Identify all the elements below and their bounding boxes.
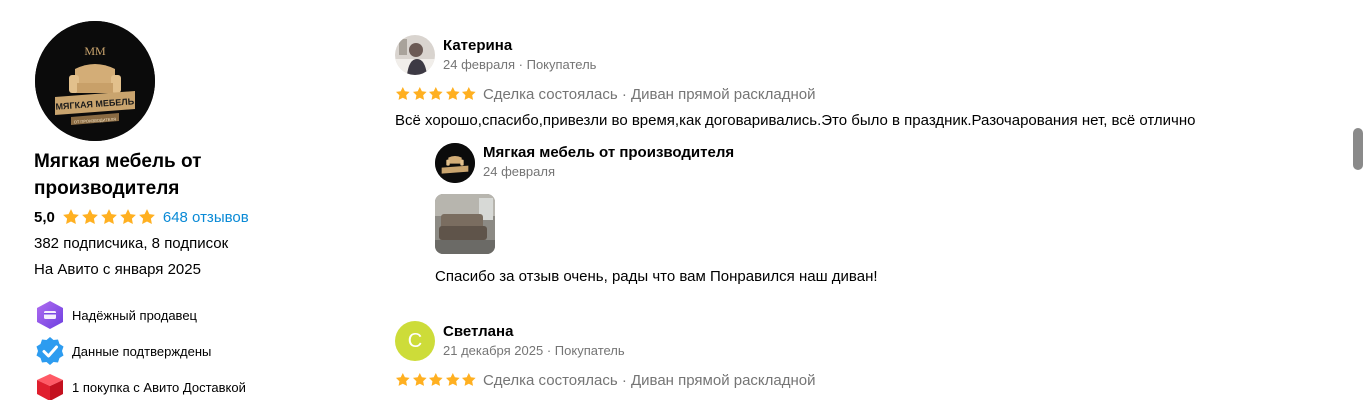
user-photo-icon [395,35,435,75]
review-date: 21 декабря 2025 [443,343,544,358]
star-icon [395,373,410,387]
review-stars [395,86,477,102]
deal-status: Сделка состоялась · Диван прямой расклад… [483,86,816,103]
scrollbar-thumb[interactable] [1353,128,1363,170]
star-icon [429,373,443,387]
review-text: Всё хорошо,спасибо,привезли во время,как… [395,112,1196,129]
reviewer-avatar[interactable]: С [395,321,435,361]
star-icon [138,209,155,225]
review-meta: 21 декабря 2025 · Покупатель [443,343,625,358]
review-meta: 24 февраля · Покупатель [443,57,596,72]
meta-separator: · [546,343,552,358]
shield-badge-icon [34,299,66,331]
star-icon [62,209,79,225]
rating-stars [62,208,156,226]
badge-label: Надёжный продавец [72,307,197,323]
review-deal-row: Сделка состоялась · Диван прямой расклад… [395,370,816,390]
star-icon [429,87,443,101]
star-icon [395,87,410,101]
rating-value: 5,0 [34,208,55,226]
reviewer-role: Покупатель [554,343,625,358]
badge-label: 1 покупка с Авито Доставкой [72,379,246,395]
reviewer-name: Светлана [443,323,514,340]
sofa-photo-icon [435,194,495,254]
subscribers-info: 382 подписчика, 8 подписок [34,235,229,252]
star-icon [462,87,476,101]
badge-label: Данные подтверждены [72,343,212,359]
deal-item: Диван прямой раскладной [630,371,816,389]
star-icon [119,209,136,225]
logo-monogram: MM [84,44,106,58]
star-icon [462,373,476,387]
sofa-logo-icon: MM МЯГКАЯ МЕБЕЛЬ ОТ ПРОИЗВОДИТЕЛЯ [35,21,155,141]
star-icon [412,87,427,101]
reviewer-avatar[interactable] [395,35,435,75]
star-icon [100,209,117,225]
star-icon [445,373,460,387]
reply-avatar[interactable] [435,143,475,183]
badge-reliable-seller: Надёжный продавец [34,300,197,330]
badge-delivery: 1 покупка с Авито Доставкой [34,372,246,400]
star-icon [81,209,98,225]
sofa-logo-icon [435,143,475,183]
deal-status-label: Сделка состоялась [482,371,618,389]
reviewer-role: Покупатель [526,57,597,72]
reply-author: Мягкая мебель от производителя [483,144,735,161]
deal-separator: · [621,371,627,389]
badge-data-verified: Данные подтверждены [34,336,211,366]
member-since: На Авито с января 2025 [34,261,201,278]
seller-rating: 5,0 648 отзывов [34,207,249,227]
meta-separator: · [518,57,523,72]
reviews-count-link[interactable]: 648 отзывов [163,209,249,226]
star-icon [412,373,427,387]
review-date: 24 февраля [443,57,515,72]
reply-text: Спасибо за отзыв очень, рады что вам Пон… [435,268,878,285]
deal-item: Диван прямой раскладной [630,85,816,103]
star-icon [445,87,460,101]
review-stars [395,372,477,388]
deal-status-label: Сделка состоялась [482,85,618,103]
review-deal-row: Сделка состоялась · Диван прямой расклад… [395,84,816,104]
seller-logo[interactable]: MM МЯГКАЯ МЕБЕЛЬ ОТ ПРОИЗВОДИТЕЛЯ [35,21,155,141]
deal-status: Сделка состоялась · Диван прямой расклад… [483,372,816,389]
delivery-box-icon [34,371,66,400]
deal-separator: · [621,85,627,103]
avatar-letter: С [407,329,423,352]
seller-name[interactable]: Мягкая мебель от производителя [34,148,294,202]
verified-check-icon [34,335,66,367]
reply-date: 24 февраля [483,164,555,179]
reviewer-name: Катерина [443,37,513,54]
reply-photo-thumbnail[interactable] [435,194,495,254]
